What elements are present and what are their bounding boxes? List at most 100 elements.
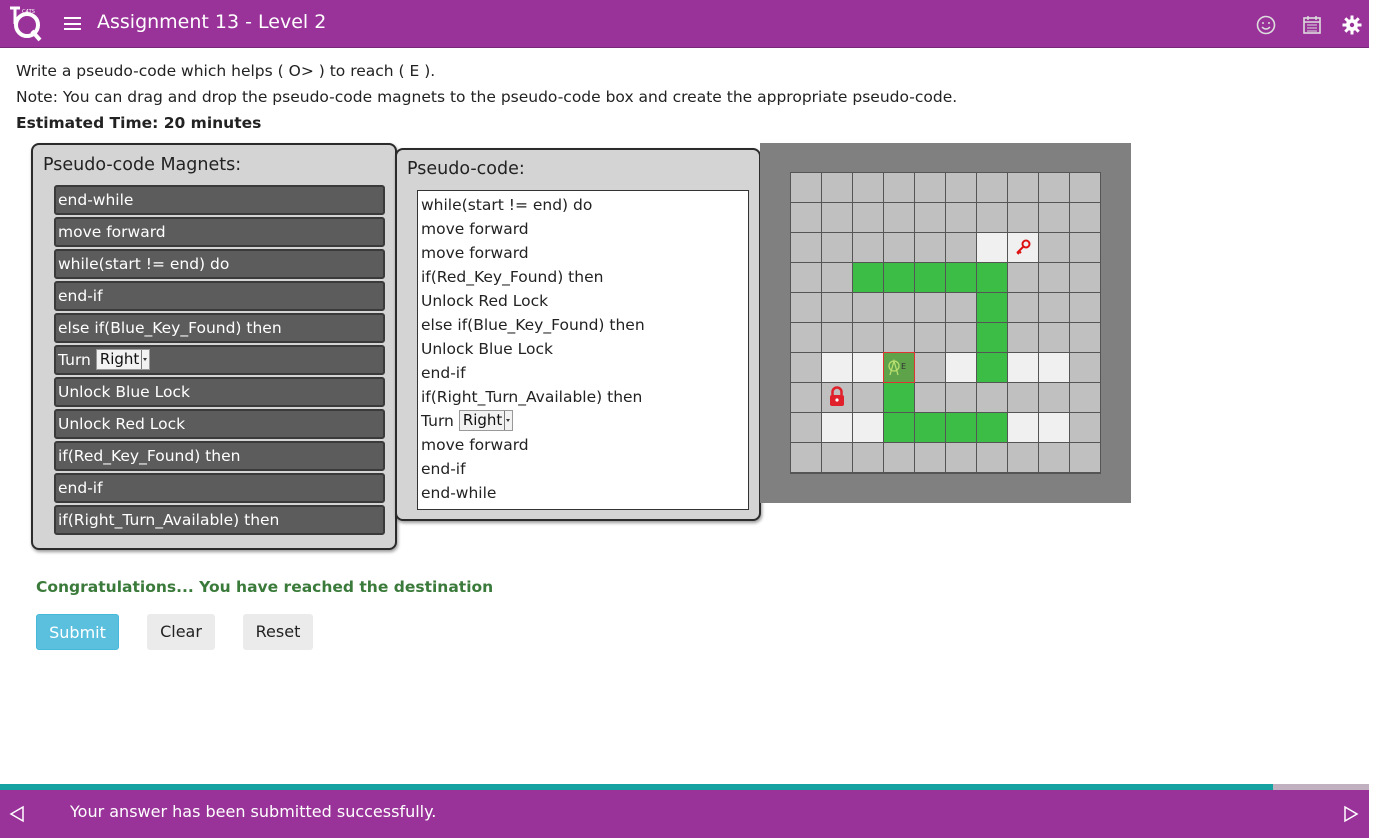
pseudo-code-line[interactable]: move forward: [421, 433, 529, 457]
next-arrow-icon[interactable]: [1343, 805, 1359, 823]
maze-cell-path: [977, 323, 1007, 352]
pseudo-code-line[interactable]: Unlock Blue Lock: [421, 337, 553, 361]
maze-cell: [946, 383, 976, 412]
pseudo-code-line[interactable]: Turn Right: [421, 409, 514, 433]
maze-cell: [1039, 383, 1069, 412]
magnet-item[interactable]: if(Right_Turn_Available) then: [54, 505, 385, 535]
pseudo-code-line[interactable]: move forward: [421, 217, 529, 241]
maze-cell: [884, 323, 914, 352]
submit-button[interactable]: Submit: [36, 614, 119, 650]
maze-cell: [1039, 443, 1069, 472]
magnets-title: Pseudo-code Magnets:: [43, 155, 242, 175]
turn-direction-select[interactable]: Right: [458, 410, 514, 431]
maze-cell-path: [977, 413, 1007, 442]
pseudo-code-line[interactable]: move forward: [421, 241, 529, 265]
code-line-label: move forward: [421, 220, 529, 238]
maze-cell-open: [822, 413, 852, 442]
magnet-item[interactable]: Unlock Blue Lock: [54, 377, 385, 407]
settings-gear-icon[interactable]: [1341, 14, 1363, 36]
maze-cell: [977, 443, 1007, 472]
pseudo-code-drop-box[interactable]: while(start != end) do move forward move f…: [417, 190, 749, 510]
pseudo-code-line[interactable]: else if(Blue_Key_Found) then: [421, 313, 645, 337]
maze-cell: [884, 293, 914, 322]
code-line-label: if(Red_Key_Found) then: [421, 268, 604, 286]
pseudo-code-line[interactable]: Unlock Red Lock: [421, 289, 548, 313]
maze-cell: [822, 233, 852, 262]
turn-direction-value: Right: [462, 411, 503, 429]
hamburger-menu-icon[interactable]: [64, 17, 81, 30]
pseudo-code-line[interactable]: if(Right_Turn_Available) then: [421, 385, 642, 409]
magnet-item[interactable]: end-if: [54, 281, 385, 311]
instruction-line: Write a pseudo-code which helps ( O> ) t…: [16, 62, 436, 80]
magnet-item[interactable]: end-if: [54, 473, 385, 503]
pseudo-code-line[interactable]: if(Red_Key_Found) then: [421, 265, 603, 289]
tq-logo-icon[interactable]: C4TS: [8, 6, 42, 42]
page-title: Assignment 13 - Level 2: [97, 11, 327, 33]
maze-cell-open: [1039, 413, 1069, 442]
maze-cell: [853, 443, 883, 472]
maze-cell: [884, 443, 914, 472]
magnet-label: end-if: [58, 287, 103, 305]
dropdown-caret-icon: [504, 411, 511, 430]
success-message: Congratulations... You have reached the …: [36, 578, 494, 596]
red-key-icon: [1016, 239, 1031, 255]
maze-cell-path: [977, 353, 1007, 382]
maze-cell: [1008, 383, 1038, 412]
pseudo-code-line[interactable]: end-if: [421, 361, 466, 385]
magnet-label: end-if: [58, 479, 103, 497]
magnet-item[interactable]: Turn Right: [54, 345, 385, 375]
magnet-item[interactable]: if(Red_Key_Found) then: [54, 441, 385, 471]
maze-cell: [1039, 323, 1069, 352]
maze-cell: [946, 293, 976, 322]
pseudo-code-line[interactable]: end-if: [421, 457, 466, 481]
maze-cell: [791, 323, 821, 352]
pseudo-code-line[interactable]: end-while: [421, 481, 496, 505]
smiley-icon[interactable]: [1255, 14, 1277, 36]
maze-cell: [915, 293, 945, 322]
magnet-item[interactable]: end-while: [54, 185, 385, 215]
top-bar: C4TS Assignment 13 - Level 2: [0, 0, 1369, 48]
clear-button[interactable]: Clear: [147, 614, 215, 650]
pseudo-code-line[interactable]: while(start != end) do: [421, 193, 592, 217]
maze-cell: [1070, 203, 1100, 232]
turn-direction-select[interactable]: Right: [95, 349, 151, 370]
maze-cell: [853, 323, 883, 352]
maze-cell: [1070, 263, 1100, 292]
magnet-item[interactable]: move forward: [54, 217, 385, 247]
code-line-label: else if(Blue_Key_Found) then: [421, 316, 645, 334]
code-line-label: end-if: [421, 460, 466, 478]
reset-button[interactable]: Reset: [243, 614, 313, 650]
calendar-icon[interactable]: [1301, 14, 1323, 36]
maze-cell-lock: [822, 383, 852, 412]
maze-cell: [791, 203, 821, 232]
maze-cell: [1039, 173, 1069, 202]
maze-cell: [946, 323, 976, 352]
code-line-label: end-if: [421, 364, 466, 382]
turn-direction-value: Right: [99, 350, 140, 368]
magnet-label: Turn: [58, 351, 91, 369]
maze-cell-open: [946, 353, 976, 382]
magnet-item[interactable]: Unlock Red Lock: [54, 409, 385, 439]
maze-cell: [915, 443, 945, 472]
maze-cell: [822, 263, 852, 292]
prev-arrow-icon[interactable]: [9, 805, 25, 823]
maze-cell: [915, 383, 945, 412]
magnet-label: if(Right_Turn_Available) then: [58, 511, 280, 529]
maze-cell-open: [1008, 413, 1038, 442]
magnet-item[interactable]: else if(Blue_Key_Found) then: [54, 313, 385, 343]
maze-cell-open: [1008, 353, 1038, 382]
maze-cell: [884, 173, 914, 202]
maze-cell: [1039, 263, 1069, 292]
maze-cell: [1070, 353, 1100, 382]
maze-cell: [791, 233, 821, 262]
maze-cell-open: [853, 413, 883, 442]
maze-cell: [822, 293, 852, 322]
maze-cell: [822, 323, 852, 352]
maze-cell: [1008, 323, 1038, 352]
instructions: Write a pseudo-code which helps ( O> ) t…: [16, 58, 957, 136]
magnet-item[interactable]: while(start != end) do: [54, 249, 385, 279]
maze-cell: [884, 233, 914, 262]
maze-cell: [791, 383, 821, 412]
maze-cell: [1070, 413, 1100, 442]
magnet-label: else if(Blue_Key_Found) then: [58, 319, 282, 337]
